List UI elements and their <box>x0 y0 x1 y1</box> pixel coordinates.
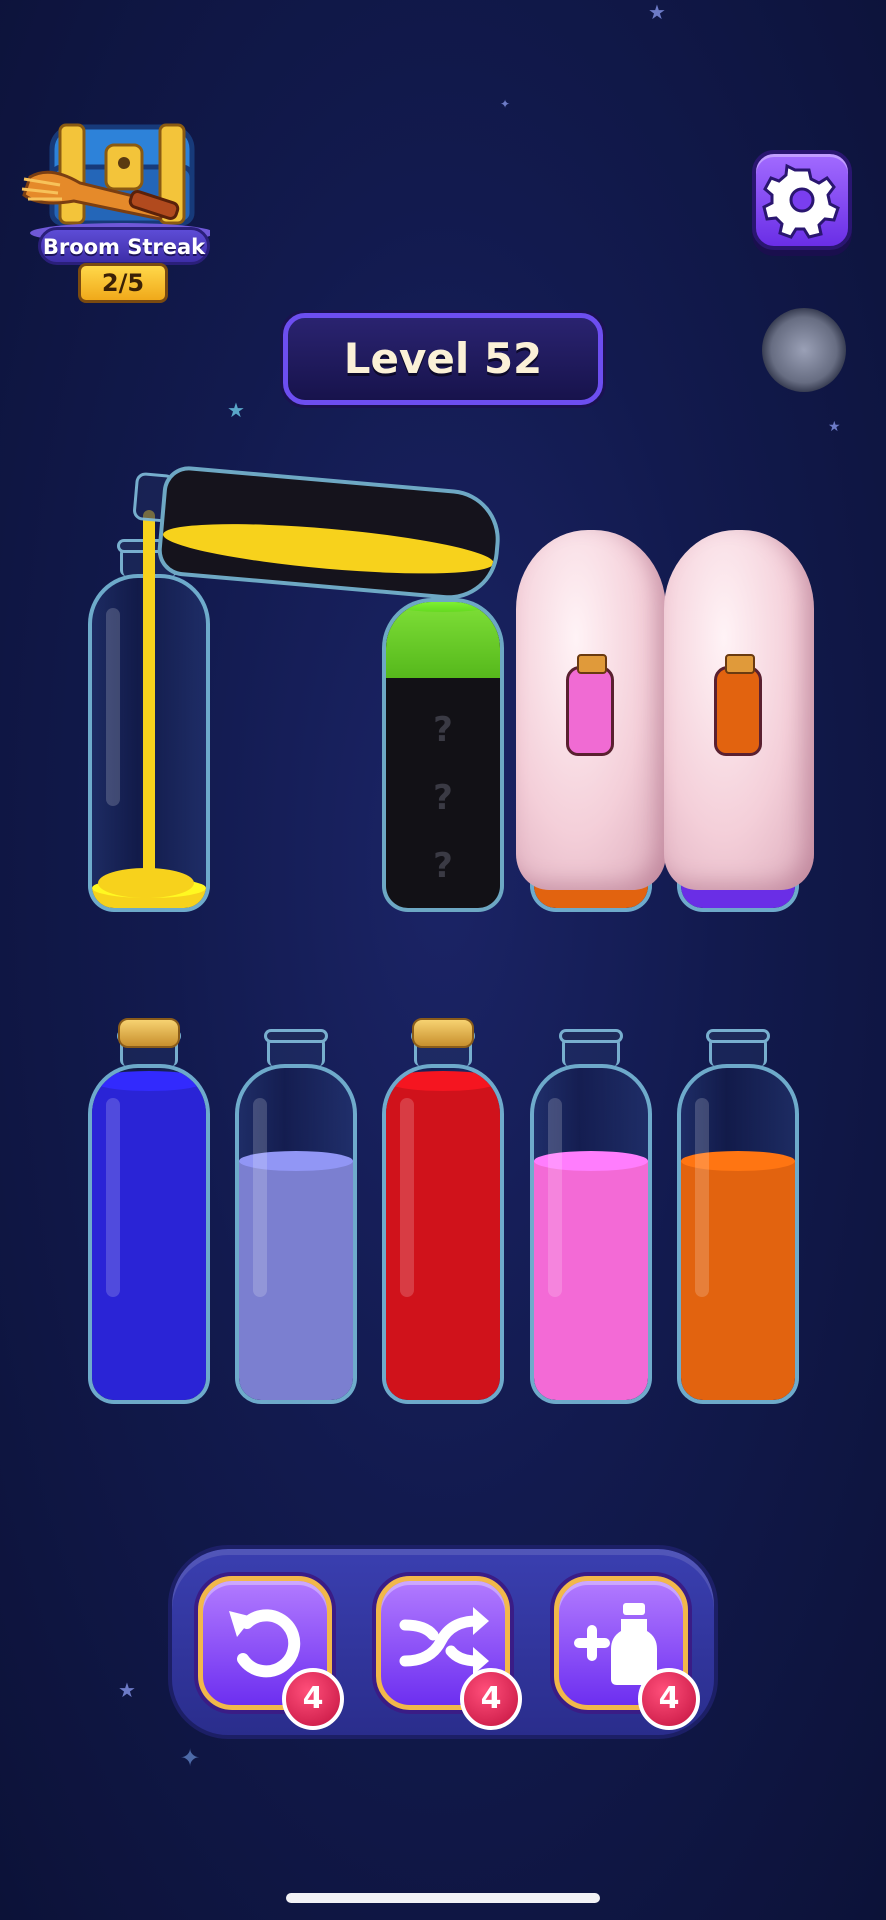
settings-button[interactable] <box>752 150 852 250</box>
bottle-pink[interactable] <box>530 1029 652 1404</box>
hidden-layer-mark: ? <box>433 710 453 750</box>
bottle-red[interactable] <box>382 1018 504 1404</box>
add-bottle-count-badge: 4 <box>638 1668 700 1730</box>
liquid-layer <box>386 602 500 678</box>
home-indicator[interactable] <box>286 1893 600 1903</box>
bottle-body <box>88 1064 210 1404</box>
pour-stream <box>143 510 155 880</box>
cork-icon <box>118 1018 180 1048</box>
hidden-layer-mark: ? <box>433 846 453 886</box>
star-decoration: ★ <box>828 419 841 435</box>
hidden-layer-mark: ? <box>433 778 453 818</box>
pour-splash <box>98 868 194 898</box>
level-title: Level 52 <box>283 313 603 405</box>
bottle-body <box>235 1064 357 1404</box>
mystery-bottle[interactable]: ? ? ? <box>382 580 504 912</box>
orange-hint-icon <box>714 666 762 756</box>
star-decoration: ★ <box>118 1678 136 1702</box>
bottle-blue[interactable] <box>88 1018 210 1404</box>
bottle-body <box>677 1064 799 1404</box>
liquid-layer <box>161 514 496 584</box>
cloth-cover <box>516 530 666 890</box>
bottle-orange[interactable] <box>677 1029 799 1404</box>
streak-count: 2/5 <box>78 263 168 303</box>
star-decoration: ★ <box>648 0 666 24</box>
bottle-lavender[interactable] <box>235 1029 357 1404</box>
star-decoration: ✦ <box>500 97 511 111</box>
pink-hint-icon <box>566 666 614 756</box>
bottle-body <box>530 1064 652 1404</box>
bottle-body <box>382 1064 504 1404</box>
treasure-chest-icon <box>21 123 210 243</box>
broom-streak[interactable]: Broom Streak 2/5 <box>10 115 210 305</box>
bottle-body: ? ? ? <box>382 598 504 912</box>
star-decoration: ★ <box>227 398 245 422</box>
star-decoration: ✦ <box>180 1744 201 1772</box>
cloth-cover <box>664 530 814 890</box>
gear-icon <box>762 163 840 239</box>
hint-orb-button[interactable] <box>762 308 846 392</box>
shuffle-count-badge: 4 <box>460 1668 522 1730</box>
cork-icon <box>412 1018 474 1048</box>
undo-count-badge: 4 <box>282 1668 344 1730</box>
streak-title: Broom Streak <box>38 227 210 265</box>
